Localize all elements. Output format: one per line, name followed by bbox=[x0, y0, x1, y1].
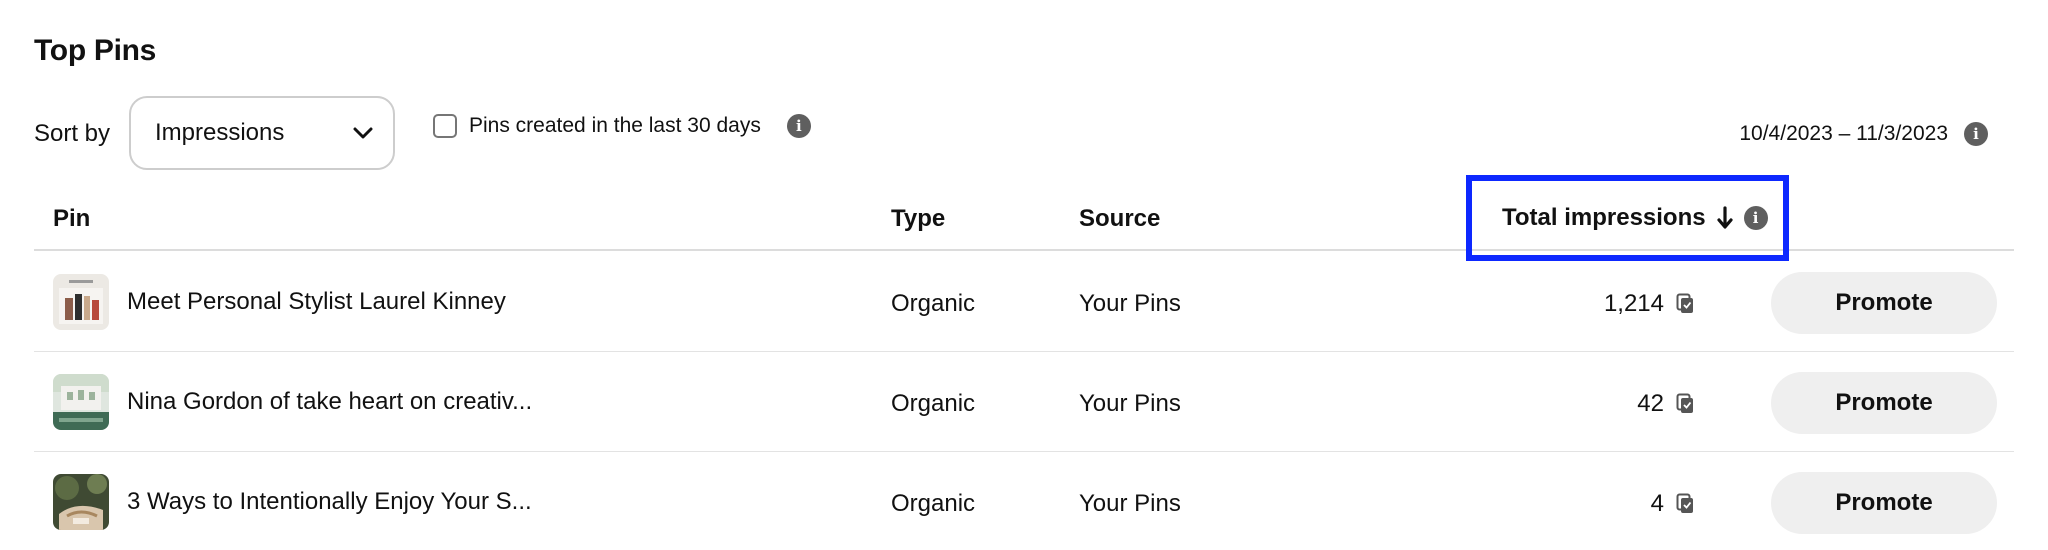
copy-icon bbox=[1676, 493, 1693, 513]
pin-type: Organic bbox=[891, 490, 976, 517]
promote-button[interactable]: Promote bbox=[1771, 472, 1997, 534]
sort-by-label: Sort by bbox=[34, 120, 111, 147]
impressions-count: 42 bbox=[1637, 390, 1694, 418]
date-range-text: 10/4/2023 – 11/3/2023 bbox=[1739, 122, 1948, 145]
info-icon[interactable]: i bbox=[786, 114, 811, 138]
column-header-total-impressions[interactable]: Total impressions i bbox=[1466, 175, 1789, 261]
pin-source: Your Pins bbox=[1079, 490, 1181, 517]
recent-pins-checkbox[interactable] bbox=[433, 114, 457, 138]
page-title: Top Pins bbox=[34, 34, 157, 67]
impressions-count: 4 bbox=[1651, 490, 1694, 518]
sort-selected-value: Impressions bbox=[155, 119, 285, 146]
column-header-pin: Pin bbox=[53, 205, 91, 232]
info-icon[interactable]: i bbox=[1964, 122, 1988, 146]
table-row[interactable]: 3 Ways to Intentionally Enjoy Your S... … bbox=[34, 452, 2014, 550]
pin-type: Organic bbox=[891, 390, 976, 417]
top-pins-panel: Top Pins Sort by Impressions Pins create… bbox=[0, 0, 2048, 550]
impressions-value: 4 bbox=[1650, 490, 1664, 517]
copy-icon bbox=[1676, 393, 1693, 413]
pin-source: Your Pins bbox=[1079, 290, 1181, 317]
sort-dropdown[interactable]: Impressions bbox=[129, 96, 395, 170]
pin-thumbnail bbox=[53, 374, 109, 430]
arrow-down-icon bbox=[1717, 206, 1733, 229]
date-range: 10/4/2023 – 11/3/2023 i bbox=[1739, 122, 1988, 146]
impressions-count: 1,214 bbox=[1604, 290, 1694, 318]
recent-pins-filter: Pins created in the last 30 days i bbox=[433, 114, 811, 138]
pin-title[interactable]: 3 Ways to Intentionally Enjoy Your S... bbox=[127, 488, 532, 516]
pin-title[interactable]: Nina Gordon of take heart on creativ... bbox=[127, 388, 532, 416]
promote-button[interactable]: Promote bbox=[1771, 372, 1997, 434]
pin-thumbnail bbox=[53, 474, 109, 530]
pin-title[interactable]: Meet Personal Stylist Laurel Kinney bbox=[127, 288, 506, 316]
info-icon[interactable]: i bbox=[1743, 206, 1768, 230]
table-row[interactable]: Meet Personal Stylist Laurel Kinney Orga… bbox=[34, 252, 2014, 352]
impressions-value: 1,214 bbox=[1603, 290, 1664, 317]
column-header-total-label: Total impressions bbox=[1502, 204, 1706, 231]
impressions-value: 42 bbox=[1637, 390, 1664, 417]
column-header-source: Source bbox=[1079, 205, 1161, 232]
table-header: Pin Type Source Total impressions i bbox=[34, 175, 2014, 261]
promote-button[interactable]: Promote bbox=[1771, 272, 1997, 334]
recent-pins-label[interactable]: Pins created in the last 30 days bbox=[469, 114, 761, 138]
pin-type: Organic bbox=[891, 290, 976, 317]
pin-thumbnail bbox=[53, 274, 109, 330]
chevron-down-icon bbox=[353, 127, 373, 139]
pin-source: Your Pins bbox=[1079, 390, 1181, 417]
copy-icon bbox=[1676, 293, 1693, 313]
column-header-type: Type bbox=[891, 205, 946, 232]
table-row[interactable]: Nina Gordon of take heart on creativ... … bbox=[34, 352, 2014, 452]
